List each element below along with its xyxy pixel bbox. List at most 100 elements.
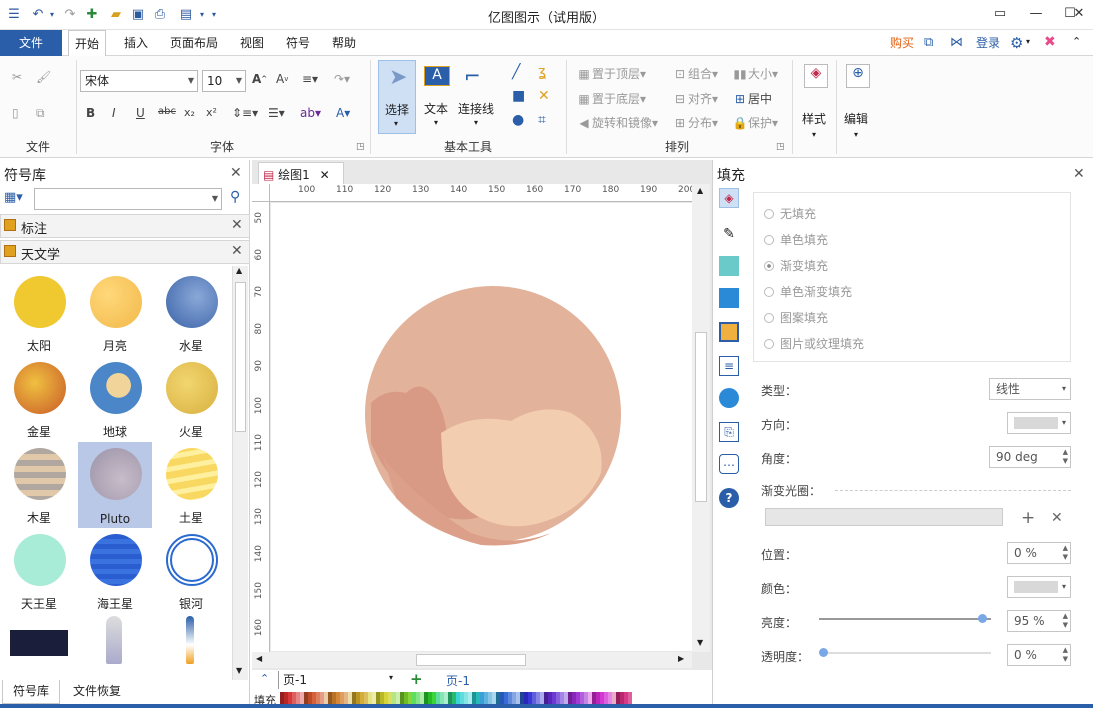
horizontal-scrollbar[interactable]: ◀ ▶	[252, 652, 692, 668]
add-page-icon[interactable]: +	[410, 670, 423, 688]
library-menu-icon[interactable]: ▦▾	[4, 190, 23, 205]
style-button[interactable]: ◈ 样式 ▾	[798, 62, 834, 148]
copy-icon[interactable]: ⧉	[36, 106, 45, 121]
font-size-select[interactable]: 10 ▼	[202, 70, 246, 92]
settings-dropdown-icon[interactable]: ▾	[1026, 37, 1030, 46]
cross-point-icon[interactable]: ✕	[538, 88, 550, 104]
vertical-scroll-thumb[interactable]	[695, 332, 707, 502]
scroll-thumb[interactable]	[235, 282, 246, 432]
paste-icon[interactable]: ▯	[12, 106, 19, 120]
italic-icon[interactable]: I	[112, 106, 116, 120]
cut-icon[interactable]: ✂	[12, 70, 22, 84]
curve-icon[interactable]: ʓ	[538, 64, 546, 80]
symbol-jupiter[interactable]: 木星	[2, 442, 76, 528]
align-button[interactable]: ⊟ 对齐 ▾	[672, 90, 718, 107]
radio-single-gradient-fill[interactable]: 单色渐变填充	[764, 283, 852, 300]
bring-to-front-button[interactable]: ▦ 置于顶层 ▾	[576, 65, 646, 82]
position-input[interactable]: 0 % ▲ ▼	[1007, 542, 1071, 564]
crop-icon[interactable]: ⌗	[538, 112, 546, 128]
globe-link-icon[interactable]	[719, 388, 739, 408]
tab-file-recovery[interactable]: 文件恢复	[64, 680, 130, 704]
group-button[interactable]: ⊡ 组合 ▾	[672, 65, 718, 82]
center-button[interactable]: ⊞ 居中	[732, 90, 772, 107]
radio-pattern-fill[interactable]: 图案填充	[764, 309, 828, 326]
collapse-ribbon-icon[interactable]: ⌃	[1072, 35, 1081, 48]
fill-icon[interactable]: ◈	[719, 188, 739, 208]
radio-solid-fill[interactable]: 单色填充	[764, 231, 828, 248]
spinner-icon[interactable]: ▲ ▼	[1063, 646, 1068, 664]
share-icon[interactable]: ⋈	[950, 35, 963, 50]
gradient-stops-bar[interactable]	[765, 508, 1003, 526]
rocket-icon[interactable]	[106, 616, 122, 664]
settings-gear-icon[interactable]: ⚙	[1010, 34, 1023, 52]
image-icon[interactable]	[719, 288, 739, 308]
font-dialog-launcher-icon[interactable]: ◳	[356, 142, 365, 152]
minimize-button[interactable]: —	[1022, 3, 1050, 23]
brightness-slider[interactable]	[819, 614, 991, 623]
page-selector[interactable]: 页-1 ▾	[278, 671, 396, 689]
line-style-icon[interactable]: ✎	[719, 224, 739, 244]
brightness-input[interactable]: 95 % ▲ ▼	[1007, 610, 1071, 632]
transparency-input[interactable]: 0 % ▲ ▼	[1007, 644, 1071, 666]
subscript-icon[interactable]: x₂	[184, 106, 195, 119]
color-select[interactable]: ▾	[1007, 576, 1071, 598]
scroll-up-icon[interactable]: ▲	[236, 266, 242, 275]
bullets-icon[interactable]: ☰▾	[268, 106, 285, 120]
add-stop-icon[interactable]: +	[1021, 508, 1035, 528]
vertical-scrollbar[interactable]: ▲ ▼	[692, 184, 710, 652]
symbol-pluto[interactable]: Pluto	[78, 442, 152, 528]
page-tab[interactable]: 页-1	[446, 672, 470, 689]
radio-gradient-fill[interactable]: 渐变填充	[764, 257, 828, 274]
line-spacing-icon[interactable]: ↷▾	[334, 72, 350, 86]
close-icon[interactable]: ✕	[230, 165, 242, 181]
share-screen-icon[interactable]: ⧉	[924, 35, 933, 50]
close-icon[interactable]: ✕	[320, 168, 330, 182]
superscript-icon[interactable]: x²	[206, 106, 217, 119]
color-swatches[interactable]	[280, 692, 634, 704]
document-tab[interactable]: ▤ 绘图1 ✕	[258, 162, 344, 184]
tab-home[interactable]: 开始	[68, 30, 107, 57]
login-link[interactable]: 登录	[970, 30, 1006, 56]
arrange-dialog-launcher-icon[interactable]: ◳	[776, 142, 785, 152]
radio-picture-fill[interactable]: 图片或纹理填充	[764, 335, 864, 352]
format-painter-icon[interactable]: 🖌	[36, 70, 51, 84]
symbol-galaxy[interactable]: 银河	[154, 528, 228, 614]
library-callout[interactable]: 标注 ✕	[0, 214, 250, 238]
paragraph-spacing-icon[interactable]: ⇕≡▾	[232, 106, 258, 120]
pages-expand-icon[interactable]: ⌃	[260, 672, 269, 685]
gradient-type-select[interactable]: 线性 ▾	[989, 378, 1071, 400]
font-color-icon[interactable]: A▾	[336, 106, 350, 120]
symbol-sun[interactable]: 太阳	[2, 270, 76, 356]
brightness-slider-knob[interactable]	[978, 614, 988, 623]
transparency-slider[interactable]	[819, 648, 991, 657]
spinner-icon[interactable]: ▲ ▼	[1063, 612, 1068, 630]
close-button[interactable]: ✕	[1066, 3, 1092, 23]
drawing-page[interactable]	[271, 203, 692, 651]
distribute-button[interactable]: ⊞ 分布 ▾	[672, 114, 718, 131]
color-swatch[interactable]	[628, 692, 632, 704]
page-properties-icon[interactable]: ≡	[719, 356, 739, 376]
select-tool-button[interactable]: ➤ 选择 ▾	[378, 60, 416, 134]
bold-icon[interactable]: B	[86, 106, 95, 120]
send-to-back-button[interactable]: ▦ 置于底层 ▾	[576, 90, 646, 107]
size-button[interactable]: ▮▮ 大小 ▾	[732, 65, 778, 82]
scroll-down-icon[interactable]: ▼	[697, 638, 703, 647]
layer-icon[interactable]	[719, 322, 739, 342]
angle-input[interactable]: 90 deg ▲ ▼	[989, 446, 1071, 468]
ellipse-icon[interactable]: ●	[512, 112, 524, 128]
radio-no-fill[interactable]: 无填充	[764, 205, 816, 222]
font-family-select[interactable]: 宋体 ▼	[80, 70, 198, 92]
scroll-left-icon[interactable]: ◀	[256, 654, 262, 663]
close-icon[interactable]: ✕	[231, 243, 243, 259]
tab-page-layout[interactable]: 页面布局	[164, 30, 224, 56]
edit-button[interactable]: ⊕ 编辑 ▾	[840, 62, 876, 148]
text-highlight-icon[interactable]: ab▾	[300, 106, 321, 120]
grow-font-icon[interactable]: A ^	[252, 72, 267, 86]
transparency-slider-knob[interactable]	[819, 648, 828, 657]
tab-help[interactable]: 帮助	[326, 30, 362, 56]
tab-insert[interactable]: 插入	[118, 30, 154, 56]
starfield-icon[interactable]	[10, 630, 68, 656]
tab-view[interactable]: 视图	[234, 30, 270, 56]
align-text-icon[interactable]: ≡▾	[302, 72, 318, 86]
scroll-up-icon[interactable]: ▲	[697, 186, 703, 195]
